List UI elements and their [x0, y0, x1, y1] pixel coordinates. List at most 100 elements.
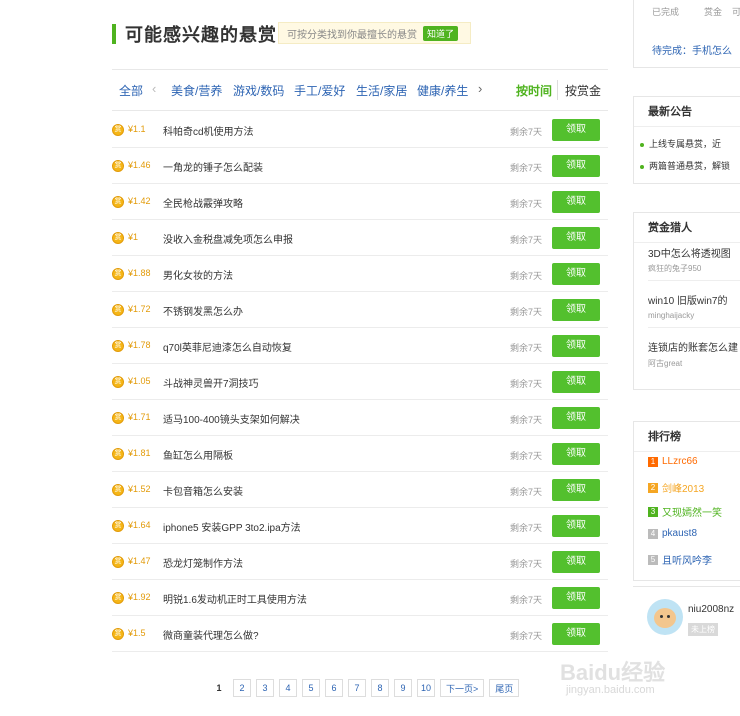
rank-item[interactable]: 1 LLzrc66: [648, 456, 698, 467]
tab-completed[interactable]: 已完成: [652, 5, 679, 18]
coin-icon: 赏: [112, 196, 124, 208]
notice-item[interactable]: 上线专属悬赏，近: [640, 137, 721, 150]
sort-by-reward[interactable]: 按赏金: [565, 82, 601, 99]
rank-item[interactable]: 2 剑峰2013: [648, 480, 704, 495]
question-title[interactable]: 微商童装代理怎么做?: [163, 627, 259, 642]
category-health[interactable]: 健康/养生: [417, 82, 468, 99]
reward-amount: ¥1.78: [128, 340, 151, 350]
question-row: 赏 ¥1.42 全民枪战霰弹攻略 剩余7天 领取: [112, 184, 608, 220]
category-next-arrow-icon[interactable]: ›: [478, 81, 482, 96]
page-link[interactable]: 5: [302, 679, 320, 697]
claim-button[interactable]: 领取: [552, 551, 600, 573]
claim-button[interactable]: 领取: [552, 479, 600, 501]
claim-button[interactable]: 领取: [552, 443, 600, 465]
time-remaining: 剩余7天: [510, 343, 543, 353]
coin-icon: 赏: [112, 160, 124, 172]
question-title[interactable]: 科帕奇cd机使用方法: [163, 123, 254, 138]
time-remaining: 剩余7天: [510, 163, 543, 173]
reward-amount: ¥1.92: [128, 592, 151, 602]
reward-amount: ¥1: [128, 232, 139, 242]
hunter-question[interactable]: 3D中怎么将透视图: [648, 245, 731, 260]
rank-item[interactable]: 3 又现嫣然一笑: [648, 504, 722, 519]
hunter-question[interactable]: win10 旧版win7的: [648, 292, 727, 307]
tab-more[interactable]: 可: [732, 5, 740, 18]
notice-box: 最新公告 上线专属悬赏，近 两篇普通悬赏，解锁: [633, 96, 740, 184]
tip-dismiss-button[interactable]: 知道了: [423, 25, 459, 41]
title-accent-bar: [112, 24, 116, 44]
hunter-question[interactable]: 连锁店的账套怎么建: [648, 339, 738, 354]
claim-button[interactable]: 领取: [552, 371, 600, 393]
question-title[interactable]: q70l英菲尼迪漆怎么自动恢复: [163, 339, 292, 354]
reward-amount: ¥1.47: [128, 556, 151, 566]
bullet-icon: [640, 142, 644, 147]
question-title[interactable]: 斗战神灵兽开7洞技巧: [163, 375, 259, 390]
divider: [648, 280, 740, 281]
question-title[interactable]: 明锐1.6发动机正时工具使用方法: [163, 591, 307, 606]
next-page-button[interactable]: 下一页>: [440, 679, 485, 697]
category-games[interactable]: 游戏/数码: [233, 82, 284, 99]
tip-text: 可按分类找到你最擅长的悬赏: [287, 29, 417, 41]
tab-reward[interactable]: 赏金: [704, 5, 722, 18]
claim-button[interactable]: 领取: [552, 119, 600, 141]
pending-question-link[interactable]: 待完成：手机怎么: [652, 42, 732, 57]
category-crafts[interactable]: 手工/爱好: [294, 82, 345, 99]
coin-icon: 赏: [112, 448, 124, 460]
category-food[interactable]: 美食/营养: [171, 82, 222, 99]
reward-amount: ¥1.05: [128, 376, 151, 386]
claim-button[interactable]: 领取: [552, 191, 600, 213]
coin-icon: 赏: [112, 232, 124, 244]
question-title[interactable]: iphone5 安装GPP 3to2.ipa方法: [163, 519, 301, 534]
claim-button[interactable]: 领取: [552, 299, 600, 321]
claim-button[interactable]: 领取: [552, 407, 600, 429]
question-title[interactable]: 恐龙灯笼制作方法: [163, 555, 243, 570]
hunter-user[interactable]: minghaijacky: [648, 311, 694, 320]
claim-button[interactable]: 领取: [552, 515, 600, 537]
time-remaining: 剩余7天: [510, 307, 543, 317]
question-title[interactable]: 一角龙的锤子怎么配装: [163, 159, 263, 174]
question-title[interactable]: 鱼缸怎么用隔板: [163, 447, 233, 462]
claim-button[interactable]: 领取: [552, 587, 600, 609]
claim-button[interactable]: 领取: [552, 263, 600, 285]
claim-button[interactable]: 领取: [552, 335, 600, 357]
claim-button[interactable]: 领取: [552, 227, 600, 249]
last-page-button[interactable]: 尾页: [489, 679, 520, 697]
page-link[interactable]: 10: [417, 679, 436, 697]
question-row: 赏 ¥1.64 iphone5 安装GPP 3to2.ipa方法 剩余7天 领取: [112, 508, 608, 544]
rank-item[interactable]: 4 pkaust8: [648, 528, 697, 539]
divider: [648, 327, 740, 328]
hunter-user[interactable]: 阿古great: [648, 358, 682, 369]
page-link[interactable]: 4: [279, 679, 297, 697]
question-title[interactable]: 没收入金税盘减免项怎么申报: [163, 231, 293, 246]
category-home[interactable]: 生活/家居: [356, 82, 407, 99]
time-remaining: 剩余7天: [510, 487, 543, 497]
category-prev-arrow-icon[interactable]: ‹: [152, 81, 156, 96]
question-title[interactable]: 全民枪战霰弹攻略: [163, 195, 243, 210]
page-link[interactable]: 3: [256, 679, 274, 697]
question-title[interactable]: 不锈钢发黑怎么办: [163, 303, 243, 318]
hunters-title: 赏金猎人: [634, 213, 740, 243]
time-remaining: 剩余7天: [510, 127, 543, 137]
category-all[interactable]: 全部: [119, 82, 143, 99]
avatar[interactable]: [647, 599, 683, 635]
question-title[interactable]: 男化女妆的方法: [163, 267, 233, 282]
page-link[interactable]: 9: [394, 679, 412, 697]
sort-by-time[interactable]: 按时间: [516, 82, 552, 99]
notice-item[interactable]: 两篇普通悬赏，解锁: [640, 159, 730, 172]
rank-number: 3: [648, 506, 658, 517]
claim-button[interactable]: 领取: [552, 155, 600, 177]
bear-face-icon: [654, 608, 676, 628]
page-link[interactable]: 8: [371, 679, 389, 697]
rank-item[interactable]: 5 且听风吟李: [648, 552, 712, 567]
question-row: 赏 ¥1.52 卡包音箱怎么安装 剩余7天 领取: [112, 472, 608, 508]
rank-user: 剑峰2013: [662, 484, 705, 495]
page-link[interactable]: 7: [348, 679, 366, 697]
question-title[interactable]: 适马100-400镜头支架如何解决: [163, 411, 300, 426]
question-row: 赏 ¥1.81 鱼缸怎么用隔板 剩余7天 领取: [112, 436, 608, 472]
claim-button[interactable]: 领取: [552, 623, 600, 645]
page-link[interactable]: 2: [233, 679, 251, 697]
question-title[interactable]: 卡包音箱怎么安装: [163, 483, 243, 498]
pagination: 1 2 3 4 5 6 7 8 9 10 下一页> 尾页: [210, 679, 524, 697]
hunter-user[interactable]: 疯狂的兔子950: [648, 263, 701, 274]
page-link[interactable]: 6: [325, 679, 343, 697]
profile-name[interactable]: niu2008nz: [688, 604, 734, 615]
